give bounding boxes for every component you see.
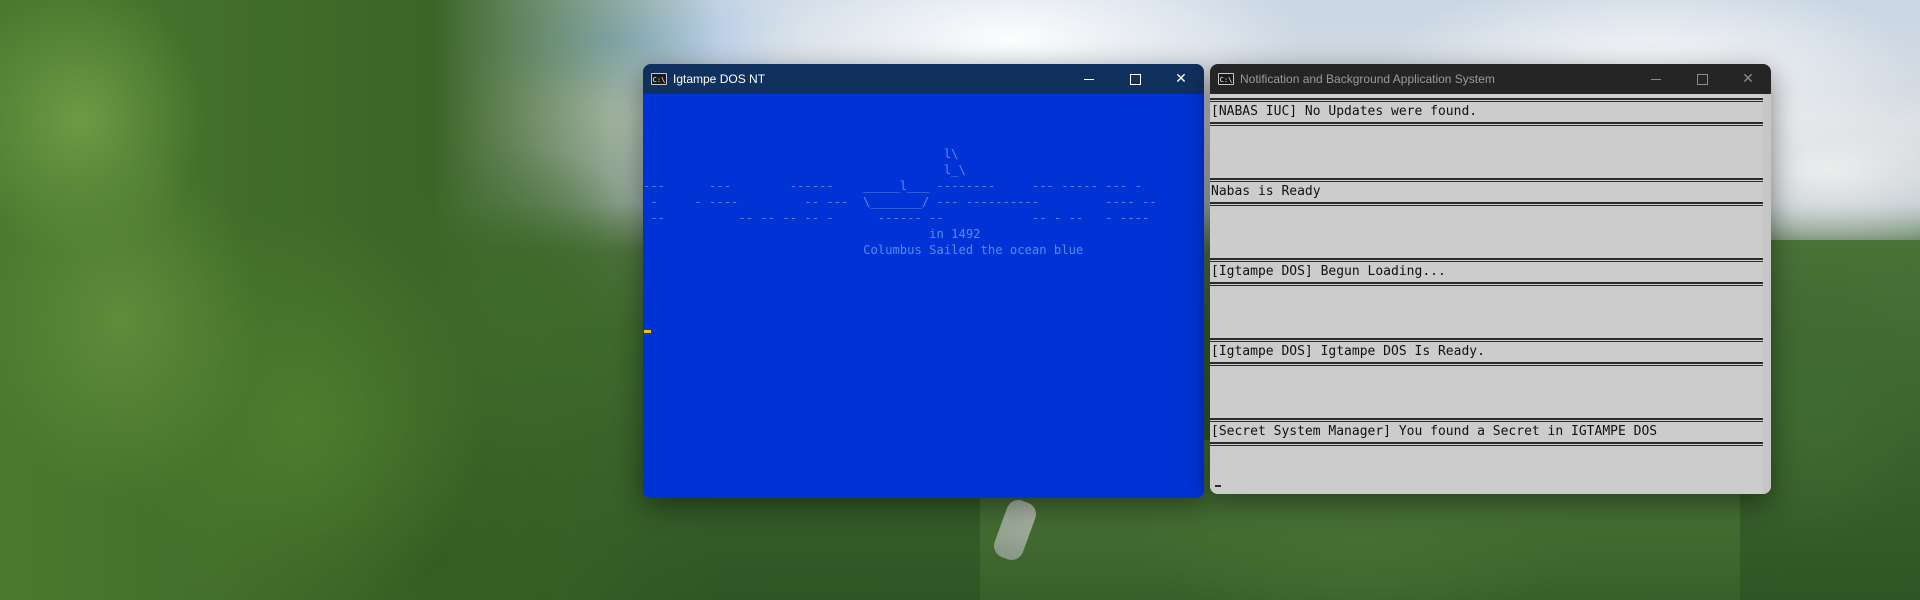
wallpaper-trees-left bbox=[0, 0, 720, 600]
notification-entry: [Secret System Manager] You found a Secr… bbox=[1210, 418, 1763, 446]
scrollbar[interactable] bbox=[1763, 94, 1771, 494]
close-icon: ✕ bbox=[1742, 71, 1754, 87]
notification-entry: [NABAS IUC] No Updates were found. bbox=[1210, 98, 1763, 161]
close-icon: ✕ bbox=[1175, 71, 1187, 87]
console-cursor bbox=[1215, 485, 1221, 487]
minimize-icon bbox=[1084, 78, 1094, 80]
notification-message: [NABAS IUC] No Updates were found. bbox=[1211, 104, 1478, 119]
minimize-button[interactable] bbox=[1633, 64, 1679, 94]
notification-entry: [Igtampe DOS] Begun Loading... bbox=[1210, 258, 1763, 321]
notification-message: [Secret System Manager] You found a Secr… bbox=[1211, 424, 1658, 439]
nabas-window-title: Notification and Background Application … bbox=[1240, 72, 1495, 86]
notification-entry: Nabas is Ready bbox=[1210, 178, 1763, 241]
notification-message: [Igtampe DOS] Igtampe DOS Is Ready. bbox=[1211, 344, 1485, 359]
minimize-icon bbox=[1651, 78, 1661, 80]
console-cursor bbox=[644, 330, 651, 333]
dos-titlebar[interactable]: C:\ Igtampe DOS NT ✕ bbox=[643, 64, 1204, 94]
dos-window-title: Igtampe DOS NT bbox=[673, 72, 766, 86]
close-button[interactable]: ✕ bbox=[1725, 64, 1771, 94]
notification-entry: [Igtampe DOS] Igtampe DOS Is Ready. bbox=[1210, 338, 1763, 401]
close-button[interactable]: ✕ bbox=[1158, 64, 1204, 94]
nabas-titlebar[interactable]: C:\ Notification and Background Applicat… bbox=[1210, 64, 1771, 94]
minimize-button[interactable] bbox=[1066, 64, 1112, 94]
dos-console-output[interactable]: l\ l_\ --- --- ------ _____l___ --------… bbox=[643, 94, 1204, 498]
nabas-console-window[interactable]: C:\ Notification and Background Applicat… bbox=[1210, 64, 1771, 494]
console-icon: C:\ bbox=[1218, 73, 1234, 85]
notification-message: Nabas is Ready bbox=[1211, 184, 1321, 199]
dos-console-window[interactable]: C:\ Igtampe DOS NT ✕ l\ l_\ --- --- ----… bbox=[643, 64, 1204, 498]
console-icon: C:\ bbox=[651, 73, 667, 85]
nabas-console-output[interactable]: [NABAS IUC] No Updates were found. Nabas… bbox=[1210, 94, 1771, 494]
maximize-icon bbox=[1129, 73, 1141, 85]
maximize-button[interactable] bbox=[1679, 64, 1725, 94]
divider bbox=[1210, 442, 1763, 446]
columbus-ascii-art: l\ l_\ --- --- ------ _____l___ --------… bbox=[643, 147, 1157, 257]
notification-message: [Igtampe DOS] Begun Loading... bbox=[1211, 264, 1446, 279]
maximize-button[interactable] bbox=[1112, 64, 1158, 94]
maximize-icon bbox=[1696, 73, 1708, 85]
